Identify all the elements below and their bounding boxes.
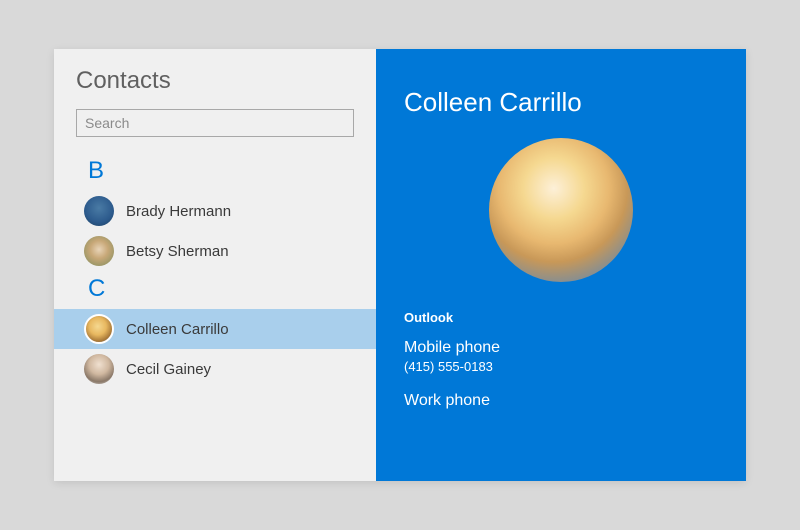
contact-item-brady-hermann[interactable]: Brady Hermann [54, 191, 376, 231]
avatar-icon [84, 314, 114, 344]
contact-name: Brady Hermann [126, 203, 231, 220]
contact-name: Colleen Carrillo [126, 321, 229, 338]
group-header-c[interactable]: C [54, 271, 376, 309]
contacts-sidebar: Contacts B Brady Hermann Betsy Sherman C… [54, 49, 376, 481]
contacts-app-window: Contacts B Brady Hermann Betsy Sherman C… [54, 49, 746, 481]
contact-item-colleen-carrillo[interactable]: Colleen Carrillo [54, 309, 376, 349]
sidebar-title: Contacts [54, 67, 376, 109]
contact-name: Cecil Gainey [126, 361, 211, 378]
avatar-icon [84, 354, 114, 384]
contact-list: B Brady Hermann Betsy Sherman C Colleen … [54, 153, 376, 481]
detail-avatar [489, 138, 633, 282]
detail-avatar-wrap [404, 138, 718, 282]
avatar-icon [84, 236, 114, 266]
field-label-mobile: Mobile phone [404, 339, 718, 357]
search-input[interactable] [76, 109, 354, 137]
contact-item-betsy-sherman[interactable]: Betsy Sherman [54, 231, 376, 271]
field-value-mobile[interactable]: (415) 555-0183 [404, 359, 718, 374]
detail-source-label: Outlook [404, 310, 718, 325]
contact-detail-panel: Colleen Carrillo Outlook Mobile phone (4… [376, 49, 746, 481]
contact-name: Betsy Sherman [126, 243, 229, 260]
field-label-work: Work phone [404, 392, 718, 410]
avatar-icon [84, 196, 114, 226]
detail-contact-name: Colleen Carrillo [404, 87, 718, 118]
group-header-b[interactable]: B [54, 153, 376, 191]
search-box [76, 109, 354, 137]
contact-item-cecil-gainey[interactable]: Cecil Gainey [54, 349, 376, 389]
